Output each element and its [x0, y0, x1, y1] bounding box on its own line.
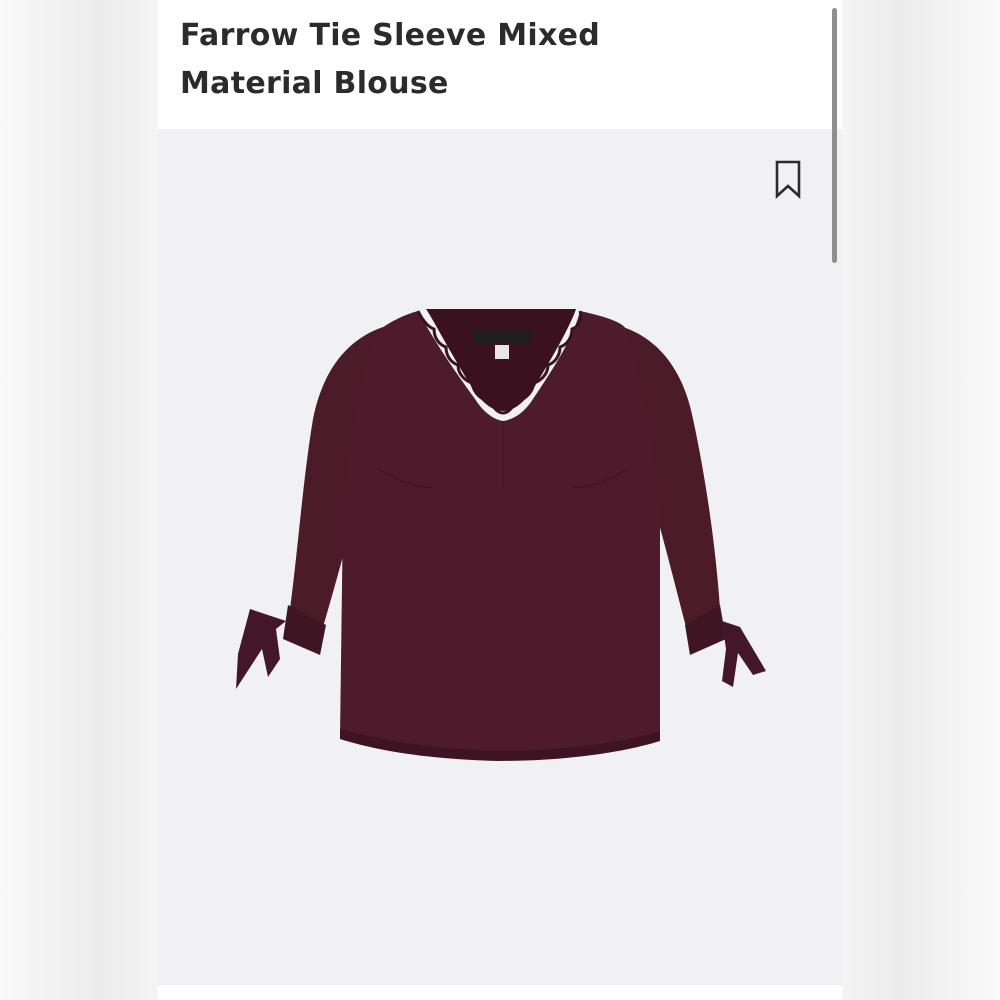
product-screen: Farrow Tie Sleeve Mixed Material Blouse [158, 0, 842, 985]
page-backdrop: Farrow Tie Sleeve Mixed Material Blouse [0, 0, 1000, 1000]
right-tie [722, 621, 766, 687]
blouse-product-image [236, 309, 766, 761]
blouse-shape [236, 309, 766, 761]
product-title-line-2: Material Blouse [180, 66, 449, 101]
scrollbar-thumb[interactable] [832, 8, 837, 263]
product-title-line-1: Farrow Tie Sleeve Mixed [180, 18, 601, 53]
brand-label [474, 329, 532, 343]
product-image-area[interactable] [158, 129, 842, 985]
product-title: Farrow Tie Sleeve Mixed Material Blouse [180, 12, 660, 108]
bookmark-icon[interactable] [773, 159, 803, 199]
left-tie [236, 609, 286, 689]
size-tag [495, 345, 509, 359]
product-header: Farrow Tie Sleeve Mixed Material Blouse [158, 0, 842, 129]
